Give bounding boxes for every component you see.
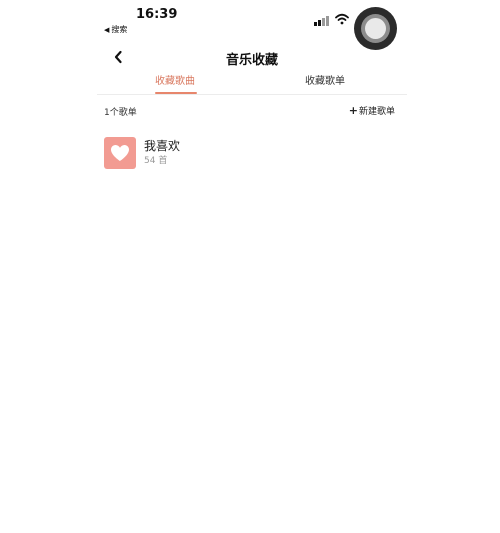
tab-bar: 收藏歌曲 收藏歌单 xyxy=(97,70,407,95)
tab-favorite-playlists[interactable]: 收藏歌单 xyxy=(295,72,355,87)
plus-icon: + xyxy=(348,103,358,117)
playlist-name: 我喜欢 xyxy=(144,138,181,153)
playlist-cover xyxy=(104,137,136,169)
list-header: 1个歌单 + 新建歌单 xyxy=(97,103,407,119)
tab-favorite-songs[interactable]: 收藏歌曲 xyxy=(147,72,203,87)
playlist-count: 1个歌单 xyxy=(104,108,137,118)
cellular-signal-icon xyxy=(314,16,330,26)
back-app-label: 搜索 xyxy=(111,25,128,34)
playlist-song-count: 54 首 xyxy=(144,155,168,166)
heart-icon xyxy=(111,145,129,161)
back-to-app-link[interactable]: ◀ 搜索 xyxy=(104,24,127,35)
wifi-icon xyxy=(335,13,349,25)
navigation-bar: 音乐收藏 xyxy=(97,45,407,71)
tab-divider xyxy=(97,94,407,95)
status-bar: 16:39 ◀ 搜索 xyxy=(97,0,407,50)
playlist-item[interactable]: 我喜欢 54 首 xyxy=(104,136,394,170)
new-playlist-label: 新建歌单 xyxy=(358,107,395,117)
status-time: 16:39 xyxy=(136,7,178,22)
page-title: 音乐收藏 xyxy=(225,53,278,68)
assistive-touch-button[interactable] xyxy=(354,7,397,50)
app-screen: 16:39 ◀ 搜索 音乐收藏 收藏歌曲 收藏歌单 1个歌单 + 新建歌单 我喜… xyxy=(97,0,407,533)
back-triangle-icon: ◀ xyxy=(104,25,110,34)
new-playlist-button[interactable]: + 新建歌单 xyxy=(348,103,395,118)
